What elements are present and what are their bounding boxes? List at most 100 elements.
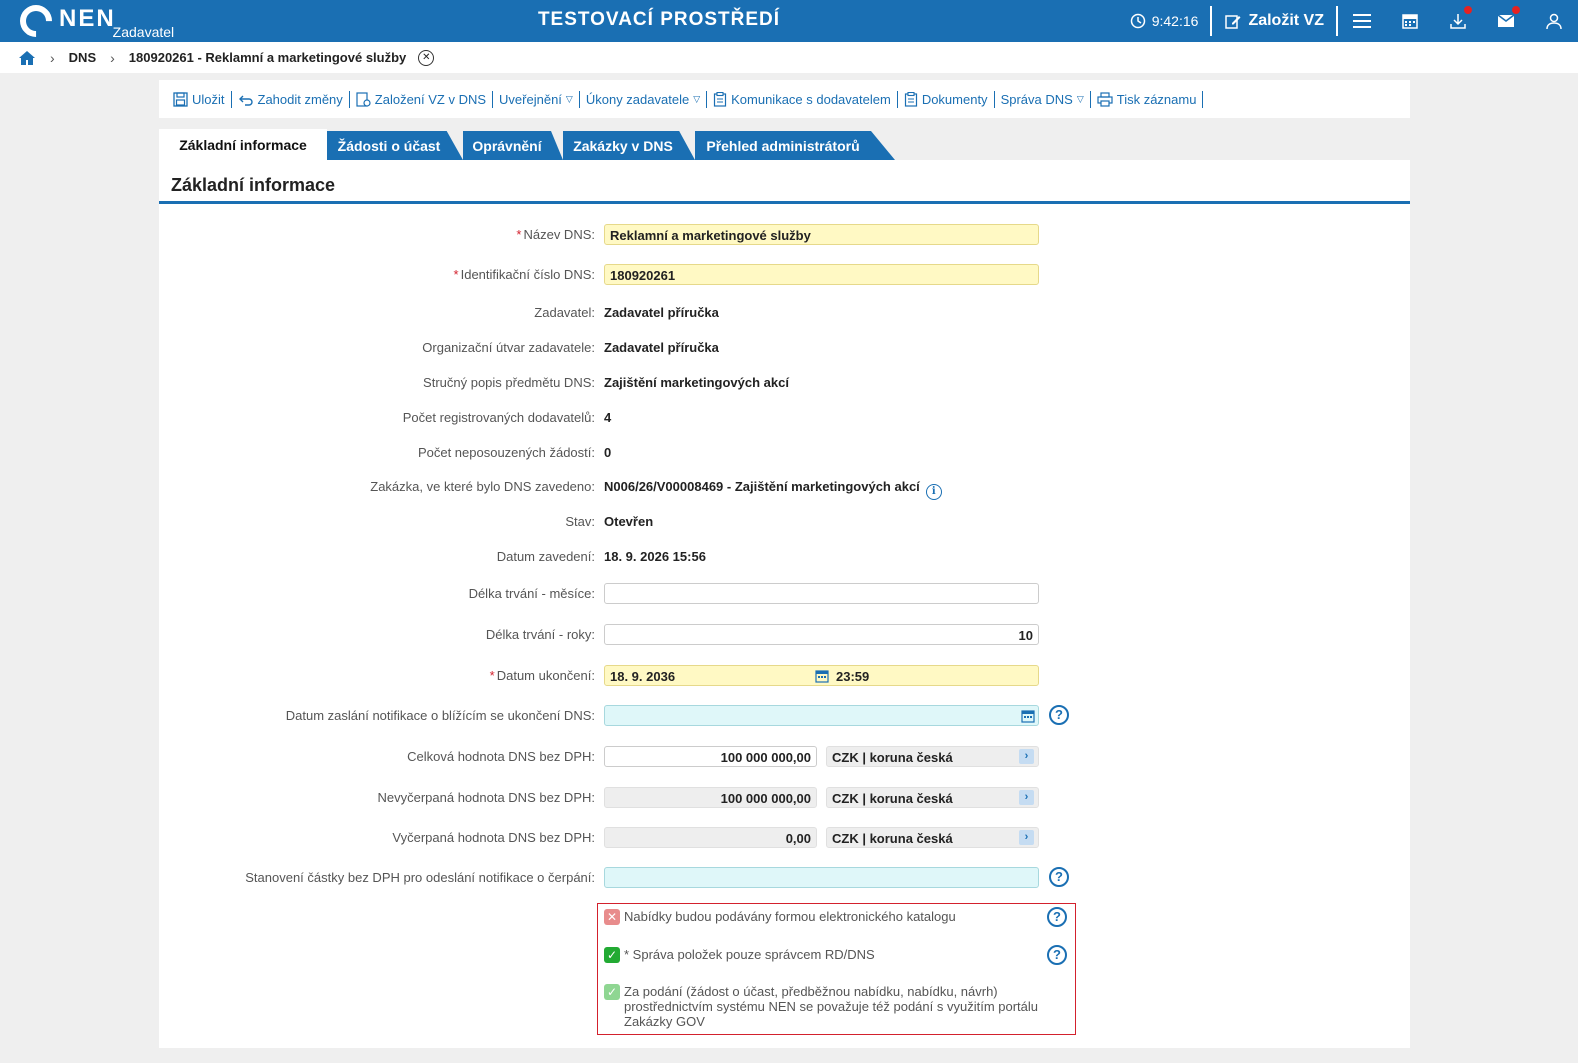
top-bar: NEN Zadavatel TESTOVACÍ PROSTŘEDÍ 9:42:1… [0,0,1578,44]
total-value-label: Celková hodnota DNS bez DPH: [407,749,595,764]
origin-contract-label: Zakázka, ve které bylo DNS zavedeno: [370,479,595,494]
contracting-authority-actions-menu[interactable]: Úkony zadavatele ▽ [580,90,708,108]
status-label: Stav: [565,514,595,529]
dns-management-menu[interactable]: Správa DNS ▽ [995,90,1091,108]
currency-select[interactable]: CZK | koruna česká › [826,787,1039,808]
menu-button[interactable] [1338,0,1386,42]
row-dns-name: * Název DNS: Reklamní a marketingové služ… [159,224,1410,246]
pending-requests-label: Počet neposouzených žádostí: [417,445,595,460]
chevron-down-icon: ▽ [1076,93,1084,104]
clock-time: 9:42:16 [1151,13,1199,29]
messages-button[interactable] [1482,0,1530,42]
status-value: Otevřen [604,514,654,529]
dns-name-label: * Název DNS: [516,227,595,242]
user-icon [1546,13,1562,30]
calendar-icon[interactable] [1021,709,1035,723]
dns-id-label: * Identifikační číslo DNS: [454,267,595,282]
chevron-right-icon[interactable]: › [1019,830,1034,845]
tab-administrators-overview[interactable]: Přehled administrátorů [695,131,895,160]
end-time-input[interactable]: 23:59 [836,669,869,684]
breadcrumb-dns[interactable]: DNS [69,50,96,65]
row-dns-id: * Identifikační číslo DNS: 180920261 [159,264,1410,286]
currency-value: CZK | koruna česká [832,831,953,846]
row-notification-amount: Stanovení částky bez DPH pro odeslání no… [159,867,1410,889]
catalog-checkbox-label: Nabídky budou podávány formou elektronic… [624,909,956,924]
gov-portal-checkbox-label: Za podání (žádost o účast, předběžnou na… [624,984,1039,1029]
save-button[interactable]: Uložit [167,90,232,108]
row-duration-months: Délka trvání - měsíce: [159,583,1410,605]
label-text: Identifikační číslo DNS: [460,267,595,282]
supplier-communication-button[interactable]: Komunikace s dodavatelem [707,90,898,108]
item-admin-checkbox[interactable]: ✓ [604,947,620,963]
close-icon[interactable]: ✕ [418,49,435,66]
used-value-field: 0,00 [604,827,817,848]
duration-months-input[interactable] [604,583,1039,604]
total-value-input[interactable]: 100 000 000,00 [604,746,817,767]
dns-id-input[interactable]: 180920261 [604,264,1039,285]
currency-select[interactable]: CZK | koruna česká › [826,827,1039,848]
notification-dot [1464,6,1472,14]
calendar-icon[interactable] [815,669,829,683]
chevron-down-icon: ▽ [693,93,701,104]
create-vz-in-dns-label: Založení VZ v DNS [374,91,487,107]
tab-label: Žádosti o účast [337,137,441,154]
origin-contract-text[interactable]: N006/26/V00008469 - Zajištění marketingo… [604,479,920,494]
currency-value: CZK | koruna česká [832,791,953,806]
contracting-authority-value: Zadavatel příručka [604,305,719,320]
supplier-communication-label: Komunikace s dodavatelem [731,91,891,107]
save-label: Uložit [192,91,225,107]
discard-changes-button[interactable]: Zahodit změny [232,90,350,108]
row-origin-contract: Zakázka, ve které bylo DNS zavedeno: N00… [159,476,1410,500]
help-icon[interactable]: ? [1047,907,1067,927]
breadcrumb-separator: › [50,49,55,66]
dns-name-input[interactable]: Reklamní a marketingové služby [604,224,1039,245]
currency-select[interactable]: CZK | koruna česká › [826,746,1039,767]
origin-contract-value: N006/26/V00008469 - Zajištění marketingo… [604,479,942,500]
row-end-date: * Datum ukončení: 18. 9. 2036 23:59 [159,665,1410,687]
create-vz-button[interactable]: Založit VZ [1212,12,1336,30]
registered-suppliers-value: 4 [604,410,612,425]
chevron-right-icon[interactable]: › [1019,790,1034,805]
notification-date-input[interactable] [604,705,1039,726]
contracting-authority-label: Zadavatel: [534,305,595,320]
end-date-label: * Datum ukončení: [490,668,595,683]
chevron-right-icon[interactable]: › [1019,749,1034,764]
home-icon[interactable] [18,50,36,66]
subject-description-value: Zajištění marketingových akcí [604,375,789,390]
document-gear-icon [356,91,371,107]
required-mark: * [489,668,495,683]
help-icon[interactable]: ? [1049,867,1069,887]
info-icon[interactable]: i [925,484,942,500]
environment-title: TESTOVACÍ PROSTŘEDÍ [537,9,781,30]
help-icon[interactable]: ? [1047,945,1067,965]
panel-divider [159,201,1410,204]
duration-years-input[interactable]: 10 [604,624,1039,645]
catalog-checkbox[interactable]: ✕ [604,909,620,925]
tab-participation-requests[interactable]: Žádosti o účast [327,131,463,160]
row-used-value: Vyčerpaná hodnota DNS bez DPH: 0,00 CZK … [159,827,1410,849]
calendar-button[interactable] [1386,0,1434,42]
notification-amount-input[interactable] [604,867,1039,888]
help-icon[interactable]: ? [1049,705,1069,725]
tab-basic-info[interactable]: Základní informace [159,129,327,161]
chevron-down-icon: ▽ [565,93,573,104]
end-date-input[interactable]: 18. 9. 2036 [610,669,675,684]
downloads-button[interactable] [1434,0,1482,42]
tab-label: Oprávnění [472,137,542,154]
gov-portal-checkbox: ✓ [604,984,620,1000]
tab-label: Základní informace [179,137,307,153]
print-icon [1097,91,1113,107]
print-record-button[interactable]: Tisk záznamu [1091,90,1204,108]
tab-label: Zakázky v DNS [573,137,673,154]
publication-menu[interactable]: Uveřejnění ▽ [493,90,580,108]
documents-button[interactable]: Dokumenty [898,90,995,108]
org-unit-label: Organizační útvar zadavatele: [422,340,595,355]
create-vz-in-dns-button[interactable]: Založení VZ v DNS [350,90,494,108]
duration-months-label: Délka trvání - měsíce: [468,586,595,601]
tab-label: Přehled administrátorů [706,137,860,154]
user-button[interactable] [1530,0,1578,42]
undo-icon [238,95,253,106]
tab-contracts-in-dns[interactable]: Zakázky v DNS [563,131,695,160]
tab-permissions[interactable]: Oprávnění [463,131,563,160]
establishment-date-label: Datum zavedení: [496,549,595,564]
